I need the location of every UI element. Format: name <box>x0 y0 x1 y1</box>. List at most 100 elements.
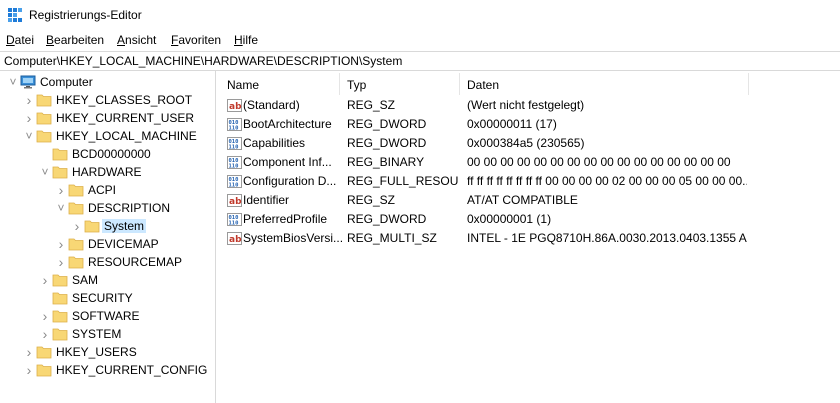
table-row[interactable]: ab (Standard) REG_SZ (Wert nicht festgelegt… <box>221 96 840 115</box>
value-name: Capabilities <box>243 136 306 150</box>
menu-favoriten[interactable]: Favoriten <box>171 33 221 47</box>
tree-node[interactable]: ˅ DESCRIPTION <box>0 199 215 217</box>
column-separator[interactable] <box>459 73 460 95</box>
tree-node[interactable]: › DEVICEMAP <box>0 235 215 253</box>
value-data: INTEL - 1E PGQ8710H.86A.0030.2013.0403.1… <box>467 231 747 245</box>
chevron-right-icon[interactable]: › <box>23 109 35 127</box>
chevron-right-icon[interactable]: › <box>39 325 51 343</box>
svg-text:ab: ab <box>229 197 242 207</box>
tree-node[interactable]: › HKEY_USERS <box>0 343 215 361</box>
value-list[interactable]: Name Typ Daten ab (Standard) REG_SZ (Wert n… <box>221 71 840 403</box>
tree-node-label: ACPI <box>88 183 117 197</box>
chevron-right-icon[interactable]: › <box>55 235 67 253</box>
tree-node-label: HKEY_USERS <box>56 345 137 359</box>
column-header-data[interactable]: Daten <box>467 78 499 92</box>
tree-node[interactable]: › HKEY_CLASSES_ROOT <box>0 91 215 109</box>
tree-node-label: HKEY_CURRENT_CONFIG <box>56 363 208 377</box>
title-bar: Registrierungs-Editor <box>0 0 840 30</box>
chevron-right-icon[interactable]: › <box>39 271 51 289</box>
value-type: REG_BINARY <box>347 155 425 169</box>
tree-node[interactable]: ˅ HARDWARE <box>0 163 215 181</box>
tree-node[interactable]: › SAM <box>0 271 215 289</box>
tree-node[interactable]: › System <box>0 217 215 235</box>
table-row[interactable]: 010 110 Component Inf... REG_BINARY 00 00 00… <box>221 153 840 172</box>
tree-node[interactable]: ˅ Computer <box>0 73 215 91</box>
table-row[interactable]: 010 110 BootArchitecture REG_DWORD 0x0000001… <box>221 115 840 134</box>
binary-value-icon: 010110 <box>227 175 242 189</box>
chevron-down-icon[interactable]: ˅ <box>55 199 67 217</box>
svg-text:110: 110 <box>229 221 239 227</box>
table-row[interactable]: ab Identifier REG_SZ AT/AT COMPATIBLE <box>221 191 840 210</box>
tree-node-label: DEVICEMAP <box>88 237 159 251</box>
chevron-down-icon[interactable]: ˅ <box>23 127 35 145</box>
chevron-right-icon[interactable]: › <box>23 361 35 379</box>
chevron-right-icon[interactable]: › <box>23 91 35 109</box>
tree-node[interactable]: › SOFTWARE <box>0 307 215 325</box>
binary-value-icon: 010110 <box>227 137 242 151</box>
tree-node[interactable]: › RESOURCEMAP <box>0 253 215 271</box>
binary-value-icon: 010110 <box>227 213 242 227</box>
tree-node[interactable]: ˅ HKEY_LOCAL_MACHINE <box>0 127 215 145</box>
menu-datei[interactable]: Datei <box>6 33 34 47</box>
folder-icon <box>52 148 68 161</box>
tree-node-label: SECURITY <box>72 291 133 305</box>
folder-icon <box>52 274 68 287</box>
folder-icon <box>68 256 84 269</box>
chevron-right-icon[interactable]: › <box>39 307 51 325</box>
tree-node[interactable]: › SYSTEM <box>0 325 215 343</box>
table-row[interactable]: 010 110 Configuration D... REG_FULL_RESOU..… <box>221 172 840 191</box>
address-path[interactable]: Computer\HKEY_LOCAL_MACHINE\HARDWARE\DES… <box>4 54 402 68</box>
value-data: 0x00000001 (1) <box>467 212 552 226</box>
key-tree[interactable]: ˅ Computer › HKEY_CLASSES_ROOT › HKEY_CURRENT… <box>0 71 216 403</box>
tree-node[interactable]: SECURITY <box>0 289 215 307</box>
menu-bearbeiten[interactable]: Bearbeiten <box>46 33 104 47</box>
chevron-down-icon[interactable]: ˅ <box>7 73 19 91</box>
tree-node[interactable]: BCD00000000 <box>0 145 215 163</box>
value-type: REG_FULL_RESOU... <box>347 174 459 188</box>
string-value-icon: ab <box>227 99 242 112</box>
column-header-type[interactable]: Typ <box>347 78 366 92</box>
tree-node-label: HARDWARE <box>72 165 142 179</box>
tree-node[interactable]: › HKEY_CURRENT_CONFIG <box>0 361 215 379</box>
table-row[interactable]: 010 110 Capabilities REG_DWORD 0x000384a5 (2… <box>221 134 840 153</box>
svg-text:110: 110 <box>229 164 239 170</box>
svg-text:ab: ab <box>229 235 242 245</box>
chevron-right-icon[interactable]: › <box>55 253 67 271</box>
value-name: Component Inf... <box>243 155 332 169</box>
folder-icon <box>52 328 68 341</box>
binary-value-icon: 010110 <box>227 118 242 132</box>
tree-node-label: RESOURCEMAP <box>88 255 183 269</box>
value-name: Identifier <box>243 193 290 207</box>
tree-node[interactable]: › HKEY_CURRENT_USER <box>0 109 215 127</box>
tree-node-label: HKEY_LOCAL_MACHINE <box>56 129 197 143</box>
table-row[interactable]: ab SystemBiosVersi... REG_MULTI_SZ INTEL - … <box>221 229 840 248</box>
folder-icon <box>36 130 52 143</box>
value-name: SystemBiosVersi... <box>243 231 343 245</box>
column-header-name[interactable]: Name <box>227 78 259 92</box>
folder-icon <box>52 292 68 305</box>
chevron-right-icon[interactable]: › <box>71 217 83 235</box>
value-data: (Wert nicht festgelegt) <box>467 98 585 112</box>
svg-text:110: 110 <box>229 126 239 132</box>
value-type: REG_DWORD <box>347 212 427 226</box>
chevron-right-icon[interactable]: › <box>23 343 35 361</box>
tree-node[interactable]: › ACPI <box>0 181 215 199</box>
column-separator[interactable] <box>748 73 749 95</box>
value-type: REG_DWORD <box>347 136 427 150</box>
folder-icon <box>68 202 84 215</box>
chevron-down-icon[interactable]: ˅ <box>39 163 51 181</box>
chevron-right-icon[interactable]: › <box>55 181 67 199</box>
svg-text:ab: ab <box>229 102 242 112</box>
svg-text:110: 110 <box>229 183 239 189</box>
tree-node-label: Computer <box>40 75 93 89</box>
menu-hilfe[interactable]: Hilfe <box>234 33 258 47</box>
menu-ansicht[interactable]: Ansicht <box>117 33 156 47</box>
value-type: REG_MULTI_SZ <box>347 231 437 245</box>
value-type: REG_DWORD <box>347 117 427 131</box>
folder-icon <box>36 94 52 107</box>
address-bar[interactable]: Computer\HKEY_LOCAL_MACHINE\HARDWARE\DES… <box>0 51 840 71</box>
column-separator[interactable] <box>339 73 340 95</box>
menu-bar: Datei Bearbeiten Ansicht Favoriten Hilfe <box>0 30 840 49</box>
folder-icon <box>36 112 52 125</box>
table-row[interactable]: 010 110 PreferredProfile REG_DWORD 0x0000000… <box>221 210 840 229</box>
